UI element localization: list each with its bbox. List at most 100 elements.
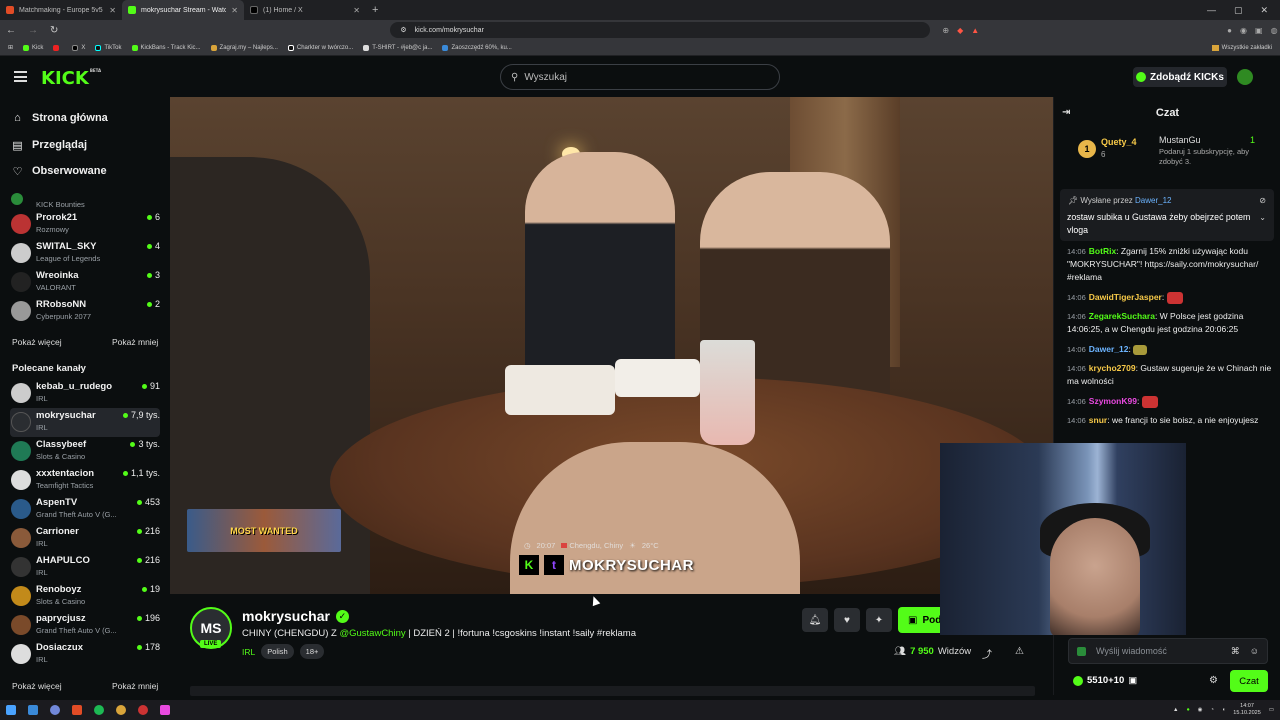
recommended-channel[interactable]: kebab_u_rudego IRL 91 (10, 379, 160, 408)
recommended-channel[interactable]: Carrioner IRL 216 (10, 524, 160, 553)
send-chat-button[interactable]: Czat (1230, 670, 1268, 692)
show-more-link[interactable]: Pokaż więcej (12, 337, 62, 347)
recommended-channel[interactable]: Classybeef Slots & Casino 3 tys. (10, 437, 160, 466)
nav-home[interactable]: ⌂ Strona główna (12, 112, 108, 124)
taskbar-app-icon[interactable] (160, 705, 170, 715)
all-bookmarks[interactable]: Wszystkie zakładki (1211, 44, 1272, 51)
brave-shield-icon[interactable]: ◆ (957, 26, 963, 35)
emoji-icon[interactable]: ☺ (1250, 646, 1259, 656)
search-input[interactable]: ⚲ Wyszukaj (500, 64, 780, 90)
bookmark[interactable]: Zaoszczędź 60%, ku... (442, 44, 512, 51)
discord-icon[interactable] (50, 705, 60, 715)
notifications-bell-button[interactable]: 🔔︎ (802, 608, 828, 632)
bookmark[interactable]: Kick (23, 44, 43, 51)
close-tab-icon[interactable]: ✕ (353, 6, 360, 15)
report-icon[interactable]: ⚠ (1015, 646, 1024, 657)
maximize-icon[interactable]: ▢ (1234, 5, 1243, 16)
url-field[interactable]: ⚙ kick.com/mokrysuchar (390, 22, 931, 38)
follow-button[interactable]: ♥ (834, 608, 860, 632)
reload-icon[interactable]: ↻ (50, 25, 58, 36)
recommended-channel[interactable]: Dosiaczux IRL 178 (10, 640, 160, 669)
nav-browse[interactable]: ▤ Przeglądaj (12, 139, 87, 152)
tag-pill[interactable]: Polish (261, 644, 294, 659)
spotify-icon[interactable] (94, 705, 104, 715)
video-player[interactable]: MOST WANTED ◷ 20:07 Chengdu, Chiny ☀ 26°… (170, 97, 1053, 594)
message-user[interactable]: DawidTigerJasper (1089, 292, 1162, 302)
nav-following[interactable]: ♡ Obserwowane (12, 165, 107, 178)
youtube-bookmark[interactable] (53, 44, 62, 51)
back-icon[interactable]: ← (6, 25, 16, 36)
browser-tab-active[interactable]: mokrysuchar Stream - Watch Liv ✕ (122, 0, 244, 20)
channel-name[interactable]: mokrysuchar ✓ (242, 608, 349, 624)
pinned-by-user[interactable]: Dawer_12 (1135, 196, 1171, 205)
followed-channel[interactable]: Prorok21 Rozmowy 6 (10, 210, 160, 239)
share-icon[interactable]: ⤴ (982, 646, 992, 661)
recommended-channel[interactable]: xxxtentacion Teamfight Tactics 1,1 tys. (10, 466, 160, 495)
extension-icon[interactable]: ◉ (1240, 26, 1247, 35)
chrome-icon[interactable] (116, 705, 126, 715)
chevron-down-icon[interactable]: ⌄ (1259, 213, 1266, 222)
volume-icon[interactable]: ◖ (1222, 707, 1225, 713)
followed-channel[interactable]: SWITAL_SKY League of Legends 4 (10, 239, 160, 268)
apps-icon[interactable]: ⊞ (8, 44, 13, 51)
browser-tab[interactable]: Matchmaking - Europe 5v5 Queue - ✕ (0, 0, 122, 20)
extension-icon[interactable]: ● (1227, 26, 1232, 35)
show-more-recommended-link[interactable]: Pokaż więcej (12, 681, 62, 691)
bookmark[interactable]: KickBans - Track Kic... (131, 44, 201, 51)
followed-channel[interactable]: RRobsoNN Cyberpunk 2077 2 (10, 297, 160, 326)
site-info-icon[interactable]: ⚙ (400, 26, 406, 34)
zoom-icon[interactable]: ⊕ (942, 26, 949, 35)
chat-settings-icon[interactable]: ⚙ (1209, 675, 1218, 686)
chat-input[interactable]: Wyślij wiadomość ⌘ ☺ (1068, 638, 1268, 664)
message-user[interactable]: snur (1089, 415, 1107, 425)
extension-icon[interactable]: ◍ (1271, 26, 1278, 35)
notifications-icon[interactable]: ▭ (1269, 707, 1274, 713)
message-user[interactable]: SzymonK99 (1089, 396, 1137, 406)
brave-icon[interactable] (72, 705, 82, 715)
close-window-icon[interactable]: ✕ (1260, 5, 1268, 16)
recommended-channel-selected[interactable]: mokrysuchar IRL 7,9 tys. (10, 408, 160, 437)
title-mention-link[interactable]: @GustawChiny (339, 628, 405, 639)
leaderboard-second-user[interactable]: MustanGu (1159, 135, 1201, 145)
pinned-message[interactable]: 📌︎ Wysłane przez Dawer_12 zostaw subika … (1060, 189, 1274, 241)
new-tab-button[interactable]: + (372, 4, 378, 16)
network-icon[interactable]: ◔ (1211, 707, 1214, 713)
extension-icon[interactable]: ▣ (1255, 26, 1263, 35)
close-tab-icon[interactable]: ✕ (109, 6, 116, 15)
user-avatar[interactable] (1237, 69, 1253, 85)
tray-icon[interactable]: ▲ (1173, 707, 1178, 713)
leaderboard-top-user[interactable]: Quety_4 (1101, 137, 1137, 147)
taskbar-app-icon[interactable] (28, 705, 38, 715)
show-less-recommended-link[interactable]: Pokaż mniej (112, 681, 158, 691)
kicks-balance[interactable]: 5510+10 ▣ (1073, 675, 1137, 686)
system-clock[interactable]: 14:07 15.10.2025 (1233, 703, 1261, 717)
message-user[interactable]: krycho2709 (1089, 363, 1136, 373)
message-user[interactable]: BotRix (1089, 246, 1116, 256)
recommended-channel[interactable]: Renoboyz Slots & Casino 19 (10, 582, 160, 611)
browser-tab[interactable]: (1) Home / X ✕ (244, 0, 366, 20)
tray-icon[interactable]: ● (1186, 707, 1189, 713)
bookmark[interactable]: Zagraj.my – Najleps... (210, 44, 278, 51)
recommended-channel[interactable]: AHAPULCO IRL 216 (10, 553, 160, 582)
bookmark[interactable]: X (72, 44, 85, 51)
bookmark[interactable]: T-SHIRT - #jeb@c ja... (363, 44, 432, 51)
message-user[interactable]: ZegarekSuchara (1089, 311, 1155, 321)
get-kicks-button[interactable]: Zdobądź KICKs (1133, 67, 1227, 87)
close-tab-icon[interactable]: ✕ (231, 6, 238, 15)
message-user[interactable]: Dawer_12 (1089, 344, 1129, 354)
kick-logo[interactable]: KICKBETA (41, 68, 101, 89)
windows-start-icon[interactable] (6, 705, 16, 715)
show-less-link[interactable]: Pokaż mniej (112, 337, 158, 347)
menu-toggle-icon[interactable] (14, 71, 27, 82)
tag-pill[interactable]: 18+ (299, 644, 325, 659)
collapse-chat-icon[interactable]: ⇥ (1062, 107, 1070, 118)
forward-icon[interactable]: → (28, 25, 38, 36)
minimize-icon[interactable]: — (1207, 5, 1216, 16)
recommended-channel[interactable]: AspenTV Grand Theft Auto V (G... 453 (10, 495, 160, 524)
rewards-icon[interactable]: ▲ (971, 26, 979, 35)
bookmark[interactable]: TikTok (95, 44, 122, 51)
unpin-icon[interactable]: ⊘ (1259, 196, 1266, 205)
clip-button[interactable]: ✦ (866, 608, 892, 632)
followed-channel[interactable]: Wreoinka VALORANT 3 (10, 268, 160, 297)
category-link[interactable]: IRL (242, 647, 255, 657)
